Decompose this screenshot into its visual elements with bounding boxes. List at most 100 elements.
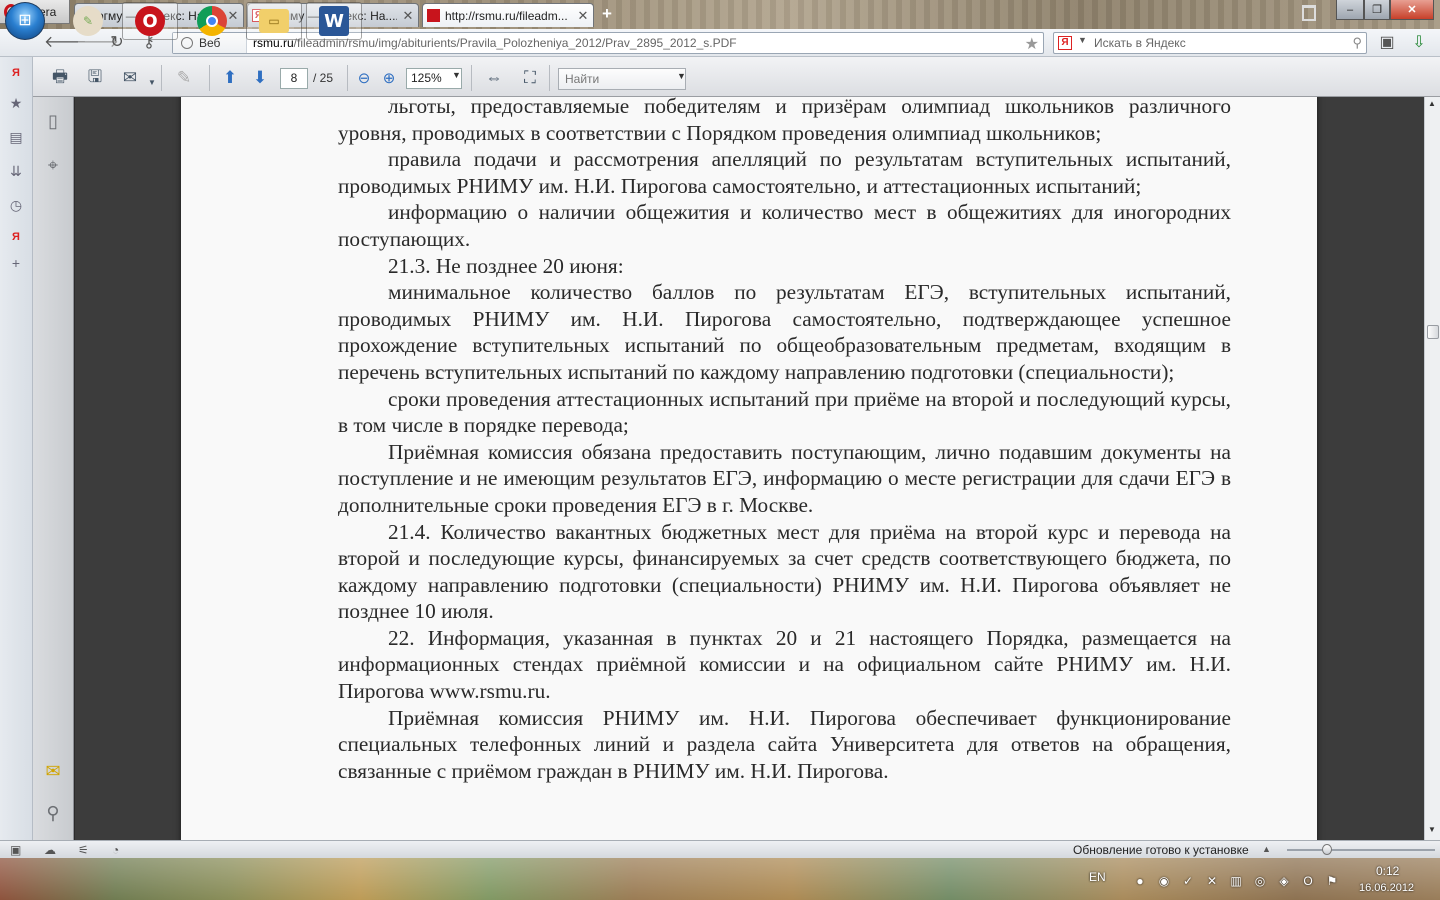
paragraph: Приёмная комиссия обязана предоставить п… — [338, 439, 1231, 517]
page-thumbnails-icon[interactable]: ▯ — [43, 111, 63, 133]
chevron-down-icon[interactable]: ▼ — [1078, 35, 1087, 45]
search-placeholder: Искать в Яндекс — [1094, 36, 1186, 50]
trash-icon[interactable] — [1302, 5, 1316, 21]
turbo-icon[interactable]: ◔ — [112, 843, 119, 857]
downloads-icon[interactable]: ⇊ — [8, 163, 24, 179]
scrollbar-thumb[interactable] — [1427, 325, 1439, 339]
tray-app-icon[interactable]: ● — [1133, 874, 1147, 888]
paragraph: Приёмная комиссия РНИМУ им. Н.И. Пирогов… — [338, 705, 1231, 783]
scroll-up-arrow-icon[interactable]: ▲ — [1428, 99, 1436, 108]
chevron-down-icon[interactable]: ▼ — [452, 70, 461, 80]
folder-icon: ▭ — [259, 9, 289, 33]
opera-icon: O — [135, 6, 165, 36]
paragraph: сроки проведения аттестационных испытани… — [338, 386, 1231, 438]
binoculars-icon[interactable]: ⌖ — [43, 155, 63, 177]
tray-app-icon[interactable]: ◎ — [1253, 874, 1267, 888]
download-icon[interactable]: ⇩ — [1410, 34, 1428, 52]
paragraph: 22. Информация, указанная в пунктах 20 и… — [338, 625, 1231, 704]
opera-side-panel: Я ★ ▤ ⇊ ◷ Я + — [0, 57, 33, 840]
tray-app-icon[interactable]: ◈ — [1277, 874, 1291, 888]
save-icon[interactable]: 🖫 — [84, 67, 106, 89]
attachments-paperclip-icon[interactable]: ⚲ — [43, 803, 63, 825]
paragraph: правила подачи и рассмотрения апелляций … — [338, 147, 1231, 198]
tray-antivirus-icon[interactable]: ✓ — [1181, 874, 1195, 888]
browser-status-bar: ▣ ☁ ⚟ ◔ Обновление готово к установке ▲ — [0, 840, 1440, 858]
taskbar-app-chrome[interactable] — [184, 2, 240, 40]
bookmark-star-icon[interactable]: ★ — [1025, 34, 1039, 54]
tab-close-icon[interactable]: ✕ — [402, 8, 414, 24]
minimize-button[interactable]: – — [1336, 0, 1364, 20]
chevron-down-icon[interactable]: ▼ — [141, 71, 163, 93]
action-center-flag-icon[interactable]: ⚑ — [1325, 874, 1339, 888]
taskbar-app-paint[interactable]: ✎ — [60, 2, 116, 40]
chevron-down-icon[interactable]: ▼ — [677, 71, 686, 81]
search-icon[interactable]: ⚲ — [1352, 35, 1362, 51]
page-icon[interactable]: ▣ — [1378, 34, 1396, 52]
paragraph: информацию о наличии общежития и количес… — [338, 200, 1231, 251]
panel-toggle-icon[interactable]: ▣ — [10, 843, 21, 857]
start-button[interactable]: ⊞ — [5, 2, 45, 40]
taskbar-app-explorer[interactable]: ▭ — [246, 2, 302, 40]
scroll-down-arrow-icon[interactable]: ▼ — [1428, 825, 1436, 834]
chrome-icon — [197, 6, 227, 36]
update-status-text[interactable]: Обновление готово к установке — [1073, 843, 1249, 857]
maximize-button[interactable]: ❐ — [1364, 0, 1390, 20]
find-input[interactable]: Найти — [558, 68, 686, 90]
tray-opera-icon[interactable]: O — [1301, 874, 1315, 888]
paragraph: 21.3. Не позднее 20 июня: — [388, 253, 624, 278]
chevron-up-icon[interactable]: ▲ — [1262, 844, 1271, 854]
tab-title: http://rsmu.ru/fileadm... — [445, 8, 568, 23]
zoom-slider-handle[interactable] — [1322, 844, 1332, 855]
fit-page-icon[interactable]: ⛶ — [519, 67, 541, 89]
zoom-out-icon[interactable]: ⊖ — [353, 67, 375, 89]
volume-muted-icon[interactable]: ✕ — [1205, 874, 1219, 888]
word-icon: W — [319, 6, 349, 36]
pdf-page-text: льготы, предоставляемые победителям и пр… — [338, 97, 1231, 784]
language-indicator[interactable]: EN — [1089, 870, 1106, 884]
zoom-in-icon[interactable]: ⊕ — [378, 67, 400, 89]
comments-icon[interactable]: ✉ — [43, 761, 63, 783]
paragraph: 21.4. Количество вакантных бюджетных мес… — [338, 519, 1231, 624]
add-panel-icon[interactable]: + — [8, 255, 24, 271]
yandex-icon[interactable]: Я — [8, 229, 24, 245]
paragraph: льготы, предоставляемые победителям и пр… — [338, 97, 1231, 145]
clock-time[interactable]: 0:12 — [1376, 864, 1399, 878]
page-number-input[interactable]: 8 — [280, 68, 308, 89]
yandex-icon[interactable]: Я — [8, 65, 24, 81]
tray-app-icon[interactable]: ◉ — [1157, 874, 1171, 888]
window-controls: – ❐ ✕ — [1336, 0, 1434, 20]
unite-icon[interactable]: ☁ — [44, 843, 56, 857]
notes-icon[interactable]: ▤ — [8, 129, 24, 145]
address-field[interactable]: Веб rsmu.ru/fileadmin/rsmu/img/abiturien… — [172, 32, 1044, 54]
find-placeholder: Найти — [565, 72, 600, 86]
print-icon[interactable]: 🖶 — [49, 67, 71, 89]
pdf-page: льготы, предоставляемые победителям и пр… — [181, 97, 1317, 840]
yandex-engine-icon[interactable]: Я — [1058, 36, 1072, 50]
comment-icon[interactable]: ✎ — [173, 67, 195, 89]
new-tab-button[interactable]: + — [598, 5, 616, 23]
page-total: / 25 — [313, 71, 334, 85]
pdf-favicon-icon — [427, 9, 440, 22]
history-clock-icon[interactable]: ◷ — [8, 197, 24, 213]
close-window-button[interactable]: ✕ — [1390, 0, 1434, 20]
taskbar-app-opera[interactable]: O — [122, 2, 178, 40]
zoom-slider-track[interactable] — [1287, 849, 1435, 851]
clock-date[interactable]: 16.06.2012 — [1359, 882, 1414, 894]
pdf-viewer[interactable]: льготы, предоставляемые победителям и пр… — [75, 97, 1424, 840]
paint-icon: ✎ — [73, 6, 103, 36]
search-field[interactable]: Я ▼ Искать в Яндекс ⚲ — [1053, 32, 1367, 54]
toolbar-divider — [209, 65, 210, 91]
tab-close-icon[interactable]: ✕ — [577, 8, 589, 24]
network-icon[interactable]: ▥ — [1229, 874, 1243, 888]
tab-rsmu-pdf[interactable]: http://rsmu.ru/fileadm... ✕ — [422, 3, 594, 27]
toolbar-divider — [471, 65, 472, 91]
next-page-arrow-icon[interactable]: ⬇ — [249, 67, 271, 89]
fit-width-icon[interactable]: ⇔ — [483, 67, 505, 89]
pdf-toolbar: 🖶 🖫 ✉ ▼ ✎ ⬆ ⬇ 8 / 25 ⊖ ⊕ 125% ▼ ⇔ ⛶ Найт… — [33, 57, 1440, 97]
vertical-scrollbar[interactable]: ▲ ▼ — [1424, 97, 1440, 840]
share-icon[interactable]: ⚟ — [78, 843, 89, 857]
bookmarks-star-icon[interactable]: ★ — [8, 95, 24, 111]
previous-page-arrow-icon[interactable]: ⬆ — [219, 67, 241, 89]
taskbar-app-word[interactable]: W — [306, 2, 362, 40]
email-icon[interactable]: ✉ — [119, 67, 141, 89]
